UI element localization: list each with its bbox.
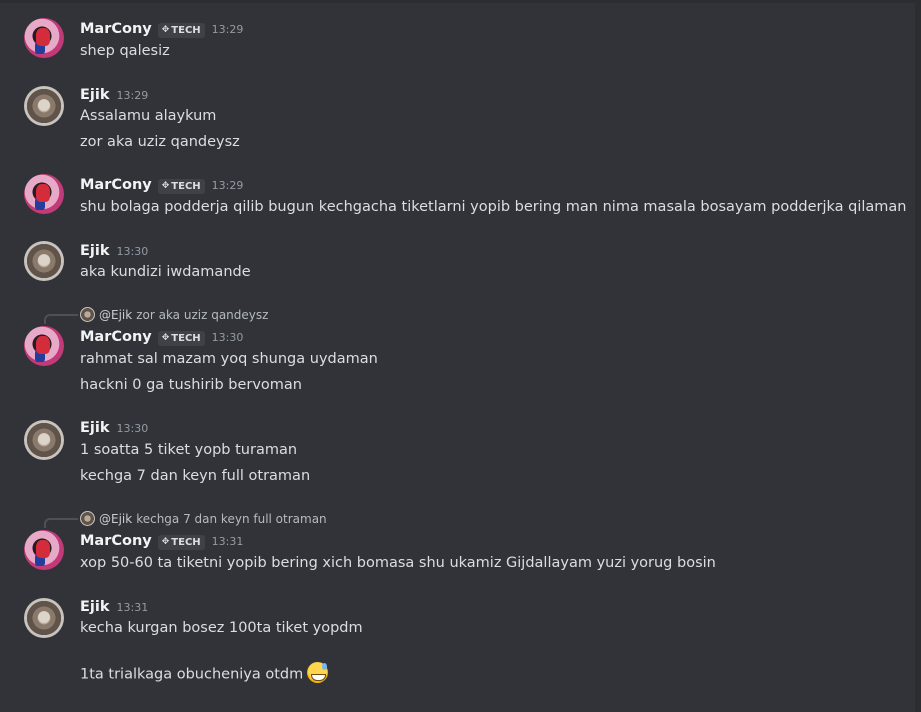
reply-author[interactable]: @Ejik <box>99 308 132 322</box>
reply-avatar <box>80 511 95 526</box>
message-text: shep qalesiz <box>80 43 170 59</box>
timestamp[interactable]: 13:29 <box>212 179 244 192</box>
reply-author[interactable]: @Ejik <box>99 512 132 526</box>
reply-text: zor aka uziz qandeysz <box>136 307 269 322</box>
sweat-smile-emoji-icon[interactable] <box>307 662 329 683</box>
avatar[interactable] <box>24 598 64 638</box>
diamond-icon: ✥ <box>161 537 170 547</box>
role-tag[interactable]: ✥ TECH <box>157 22 205 38</box>
author-name[interactable]: MarCony <box>80 329 152 345</box>
timestamp[interactable]: 13:30 <box>117 422 149 435</box>
message-text: Assalamu alaykum <box>80 108 217 124</box>
scrollbar-track[interactable] <box>915 3 921 712</box>
timestamp[interactable]: 13:31 <box>212 535 244 548</box>
reply-avatar <box>80 307 95 322</box>
role-tag-label: TECH <box>171 332 201 344</box>
message-text: 1ta trialkaga obucheniya otdm <box>80 666 304 683</box>
avatar[interactable] <box>24 420 64 460</box>
author-name[interactable]: Ejik <box>80 243 110 259</box>
message-text: shu bolaga podderja qilib bugun kechgach… <box>80 199 907 215</box>
message-text: hackni 0 ga tushirib bervoman <box>80 377 302 393</box>
role-tag[interactable]: ✥ TECH <box>157 534 205 550</box>
message-text: zor aka uziz qandeysz <box>80 134 240 150</box>
message-text: xop 50-60 ta tiketni yopib bering xich b… <box>80 555 716 571</box>
message-text-with-emoji: 1ta trialkaga obucheniya otdm <box>80 662 329 685</box>
avatar[interactable] <box>24 530 64 570</box>
avatar[interactable] <box>24 18 64 58</box>
message-text: kecha kurgan bosez 100ta tiket yopdm <box>80 620 363 636</box>
top-divider <box>0 0 921 3</box>
reply-preview[interactable]: @Ejik kechga 7 dan keyn full otraman <box>80 511 327 526</box>
reply-preview[interactable]: @Ejik zor aka uziz qandeysz <box>80 307 268 322</box>
timestamp[interactable]: 13:30 <box>117 245 149 258</box>
role-tag-label: TECH <box>171 536 201 548</box>
reply-spine <box>44 518 78 528</box>
message-text: 1 soatta 5 tiket yopb turaman <box>80 442 298 458</box>
avatar[interactable] <box>24 86 64 126</box>
avatar[interactable] <box>24 174 64 214</box>
role-tag-label: TECH <box>171 24 201 36</box>
diamond-icon: ✥ <box>161 181 170 191</box>
avatar[interactable] <box>24 241 64 281</box>
timestamp[interactable]: 13:29 <box>117 89 149 102</box>
diamond-icon: ✥ <box>161 333 170 343</box>
reply-text: kechga 7 dan keyn full otraman <box>136 511 327 526</box>
author-name[interactable]: MarCony <box>80 21 152 37</box>
author-name[interactable]: MarCony <box>80 177 152 193</box>
reply-spine <box>44 314 78 324</box>
role-tag-label: TECH <box>171 180 201 192</box>
timestamp[interactable]: 13:30 <box>212 331 244 344</box>
message-text: rahmat sal mazam yoq shunga uydaman <box>80 351 378 367</box>
diamond-icon: ✥ <box>161 25 170 35</box>
author-name[interactable]: MarCony <box>80 533 152 549</box>
message-text: aka kundizi iwdamande <box>80 264 251 280</box>
author-name[interactable]: Ejik <box>80 87 110 103</box>
avatar[interactable] <box>24 326 64 366</box>
author-name[interactable]: Ejik <box>80 599 110 615</box>
message-text: kechga 7 dan keyn full otraman <box>80 468 311 484</box>
timestamp[interactable]: 13:31 <box>117 601 149 614</box>
timestamp[interactable]: 13:29 <box>212 23 244 36</box>
role-tag[interactable]: ✥ TECH <box>157 178 205 194</box>
author-name[interactable]: Ejik <box>80 420 110 436</box>
role-tag[interactable]: ✥ TECH <box>157 330 205 346</box>
